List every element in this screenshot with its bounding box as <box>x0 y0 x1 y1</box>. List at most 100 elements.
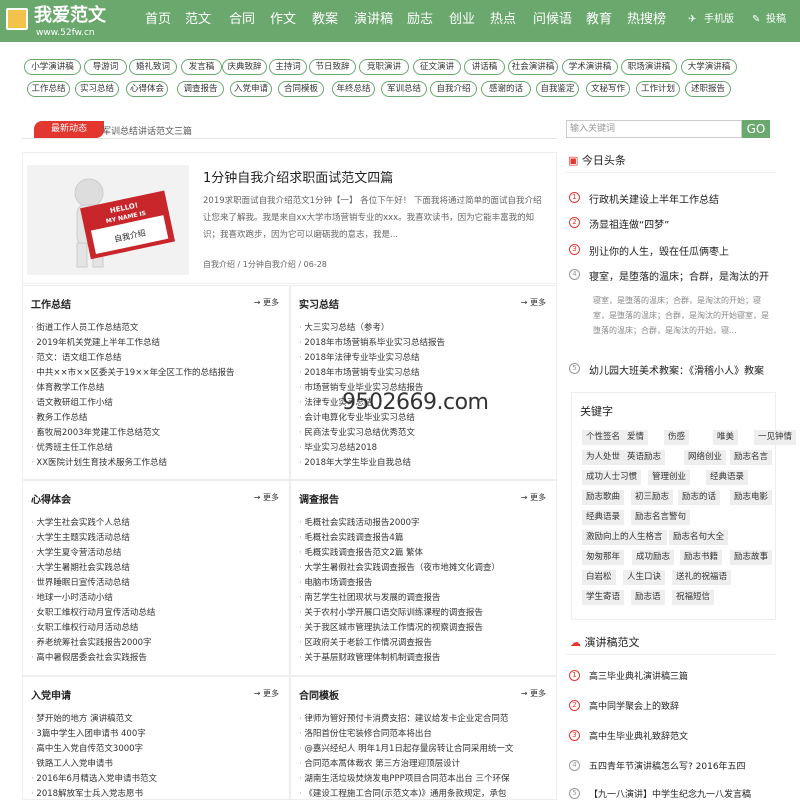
more-link[interactable]: → 更多 <box>521 297 546 308</box>
tag-link[interactable]: 自我介绍 <box>430 81 477 97</box>
headline-link[interactable]: 幼儿园大班美术教案：《滑稽小人》教案 <box>589 362 764 377</box>
list-item[interactable]: 毛概实践调查报告范文2篇 繁体 <box>299 546 500 561</box>
headline-link[interactable]: 汤显祖连做“四梦” <box>589 216 669 231</box>
keyword-tag[interactable]: 成功人士习惯 <box>582 470 642 485</box>
section-title[interactable]: 入党申请 <box>31 687 71 702</box>
list-item[interactable]: 高中生入党自传范文3000字 <box>31 742 157 757</box>
tag-link[interactable]: 年终总结 <box>332 81 375 97</box>
nav-item[interactable]: 励志 <box>407 12 433 28</box>
list-item[interactable]: 毕业实习总结2018 <box>299 441 445 456</box>
keyword-tag[interactable]: 祝福短信 <box>672 590 715 605</box>
list-item[interactable]: 高中暑假居委会社会实践报告 <box>31 651 155 666</box>
keyword-tag[interactable]: 匆匆那年 <box>582 550 625 565</box>
keyword-tag[interactable]: 励志名句大全 <box>669 530 729 545</box>
tag-link[interactable]: 竞职演讲 <box>359 59 409 75</box>
speech-link[interactable]: 五四青年节演讲稿怎么写? 2016年五四 <box>589 759 746 772</box>
more-link[interactable]: → 更多 <box>254 688 279 699</box>
keyword-tag[interactable]: 励志故事 <box>730 550 773 565</box>
list-item[interactable]: 优秀班主任工作总结 <box>31 441 234 456</box>
list-item[interactable]: 南艺学生社团现状与发展的调查报告 <box>299 591 500 606</box>
list-item[interactable]: 大三实习总结（参考） <box>299 321 445 336</box>
tag-link[interactable]: 讲话稿 <box>464 59 505 75</box>
list-item[interactable]: 洛阳首份住宅装修合同范本将出台 <box>299 727 513 742</box>
list-item[interactable]: 关于基层财政管理体制机制调查报告 <box>299 651 500 666</box>
keyword-tag[interactable]: 成功励志 <box>632 550 675 565</box>
list-item[interactable]: 大学生社会实践个人总结 <box>31 516 155 531</box>
list-item[interactable]: 中共××市××区委关于19××年全区工作的总结报告 <box>31 366 234 381</box>
speech-link[interactable]: 高三毕业典礼演讲稿三篇 <box>589 669 688 682</box>
keyword-tag[interactable]: 伤感 <box>664 430 690 445</box>
headline-link[interactable]: 别让你的人生，毁在任瓜俩枣上 <box>589 243 729 258</box>
site-logo[interactable]: 我爱范文 www.52fw.cn <box>6 5 126 39</box>
speech-link[interactable]: 【九一八演讲】中学生纪念九一八发言稿 <box>589 787 751 800</box>
keyword-tag[interactable]: 管理创业 <box>648 470 691 485</box>
list-item[interactable]: 合同范本蒿体裁农 第三方治理迎顶层设计 <box>299 757 513 772</box>
list-item[interactable]: 区政府关于老龄工作情况调查报告 <box>299 636 500 651</box>
tag-link[interactable]: 工作总结 <box>27 81 70 97</box>
nav-item[interactable]: 演讲稿 <box>354 12 393 28</box>
nav-item[interactable]: 热点 <box>490 12 516 28</box>
keyword-tag[interactable]: 唯美 <box>713 430 739 445</box>
keyword-tag[interactable]: 一见钟情 <box>754 430 797 445</box>
tag-link[interactable]: 职场演讲稿 <box>621 59 677 75</box>
tag-link[interactable]: 调查报告 <box>177 81 224 97</box>
more-link[interactable]: → 更多 <box>254 297 279 308</box>
headline-link[interactable]: 寝室，是堕落的温床；合群，是淘汰的开 <box>589 268 769 283</box>
nav-item[interactable]: 合同 <box>229 12 255 28</box>
more-link[interactable]: → 更多 <box>521 688 546 699</box>
headline-link[interactable]: 行政机关建设上半年工作总结 <box>589 191 719 206</box>
tag-link[interactable]: 婚礼致词 <box>129 59 177 75</box>
list-item[interactable]: 梦开始的地方 演讲稿范文 <box>31 712 157 727</box>
featured-title[interactable]: 1分钟自我介绍求职面试范文四篇 <box>203 167 393 186</box>
tag-link[interactable]: 导游词 <box>84 59 127 75</box>
search-input[interactable]: 输入关键词 <box>566 120 742 138</box>
list-item[interactable]: 电脑市场调查报告 <box>299 576 500 591</box>
search-button[interactable]: GO <box>742 120 770 138</box>
tag-link[interactable]: 心得体会 <box>126 81 168 97</box>
section-title[interactable]: 调查报告 <box>299 491 339 506</box>
section-title[interactable]: 工作总结 <box>31 296 71 311</box>
nav-item[interactable]: 热搜榜 <box>627 12 666 28</box>
section-title[interactable]: 合同模板 <box>299 687 339 702</box>
keyword-tag[interactable]: 网络创业 <box>684 450 727 465</box>
nav-item[interactable]: 教育 <box>586 12 612 28</box>
list-item[interactable]: 世界睡眠日宣传活动总结 <box>31 576 155 591</box>
mobile-link[interactable]: 手机版 <box>704 13 734 27</box>
tag-link[interactable]: 节日致辞 <box>309 59 356 75</box>
list-item[interactable]: 语文教研组工作小结 <box>31 396 234 411</box>
list-item[interactable]: 畜牧局2003年党建工作总结范文 <box>31 426 234 441</box>
keyword-tag[interactable]: 励志书籍 <box>680 550 723 565</box>
list-item[interactable]: 2018年市场营销系毕业实习总结报告 <box>299 336 445 351</box>
list-item[interactable]: 2018年法律专业毕业实习总结 <box>299 351 445 366</box>
speech-link[interactable]: 高中同学聚会上的致辞 <box>589 699 679 712</box>
keyword-tag[interactable]: 励志名言 <box>730 450 773 465</box>
nav-item[interactable]: 创业 <box>449 12 475 28</box>
list-item[interactable]: 律师为管好预付卡消费支招：建议给发卡企业定合同范 <box>299 712 513 727</box>
featured-image[interactable]: HELLO! MY NAME IS 自我介绍 <box>27 165 189 275</box>
tag-link[interactable]: 大学演讲稿 <box>681 59 737 75</box>
list-item[interactable]: 大学生主题实践活动总结 <box>31 531 155 546</box>
nav-item[interactable]: 教案 <box>312 12 338 28</box>
keyword-tag[interactable]: 送礼的祝福语 <box>672 570 732 585</box>
list-item[interactable]: @嘉兴经纪人 明年1月1日起存量房转让合同采用统一文 <box>299 742 513 757</box>
keyword-tag[interactable]: 英语励志 <box>623 450 666 465</box>
section-title[interactable]: 心得体会 <box>31 491 71 506</box>
keyword-tag[interactable]: 爱情 <box>623 430 649 445</box>
list-item[interactable]: 养老统筹社会实践报告2000字 <box>31 636 155 651</box>
list-item[interactable]: 2019年机关党建上半年工作总结 <box>31 336 234 351</box>
latest-link[interactable]: 军训总结讲话范文三篇 <box>102 124 192 137</box>
tag-link[interactable]: 工作计划 <box>636 81 680 97</box>
keyword-tag[interactable]: 激励向上的人生格言 <box>582 530 667 545</box>
nav-item[interactable]: 问候语 <box>533 12 572 28</box>
list-item[interactable]: 大学生暑期社会实践总结 <box>31 561 155 576</box>
list-item[interactable]: XX医院计划生育技术服务工作总结 <box>31 456 234 471</box>
tag-link[interactable]: 社会演讲稿 <box>508 59 558 75</box>
list-item[interactable]: 关于农村小学开展口语交际训练课程的调查报告 <box>299 606 500 621</box>
tag-link[interactable]: 征文演讲 <box>413 59 461 75</box>
keyword-tag[interactable]: 励志名言警句 <box>631 510 691 525</box>
tag-link[interactable]: 小学演讲稿 <box>24 59 81 75</box>
list-item[interactable]: 2018年市场营销专业实习总结 <box>299 366 445 381</box>
list-item[interactable]: 街道工作人员工作总结范文 <box>31 321 234 336</box>
list-item[interactable]: 毛概社会实践活动报告2000字 <box>299 516 500 531</box>
list-item[interactable]: 地球一小时活动小结 <box>31 591 155 606</box>
